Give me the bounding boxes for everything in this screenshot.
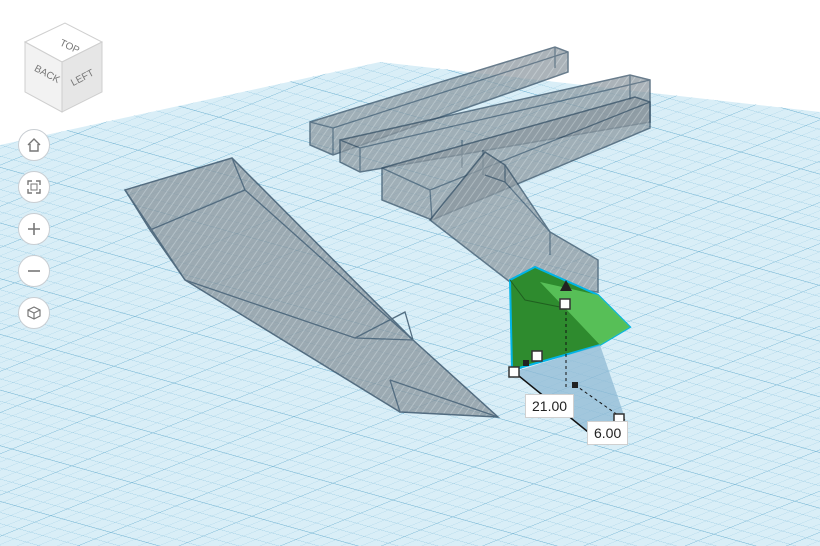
handle-corner (508, 366, 520, 378)
zoom-out-button[interactable] (18, 255, 50, 287)
zoom-out-icon (28, 270, 40, 272)
length-dimension-input[interactable]: 21.00 (525, 394, 575, 418)
handle-top (559, 298, 571, 310)
zoom-in-icon (28, 223, 40, 235)
zoom-in-button[interactable] (18, 213, 50, 245)
home-view-button[interactable] (18, 129, 50, 161)
fit-all-icon (27, 180, 41, 194)
view-mode-button[interactable] (18, 297, 50, 329)
home-icon (27, 138, 41, 152)
fit-all-button[interactable] (18, 171, 50, 203)
width-dimension-input[interactable]: 6.00 (587, 421, 629, 445)
perspective-icon (27, 306, 41, 320)
handle-mid (531, 350, 543, 362)
workplane-viewport[interactable] (0, 0, 820, 546)
view-cube[interactable]: TOP BACK LEFT (20, 20, 110, 115)
